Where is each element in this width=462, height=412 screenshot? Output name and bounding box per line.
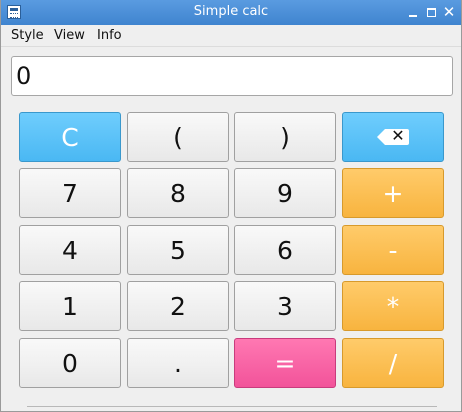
keypad: C ( ) ✕ 7 8 9 + 4 5 6 - 1 2 3 * 0 . = / — [1, 0, 461, 412]
plus-button[interactable]: + — [342, 168, 444, 218]
digit-0-button[interactable]: 0 — [19, 338, 121, 388]
calculator-window: Simple calc ✕ Style View Info 0 C ( ) ✕ … — [0, 0, 462, 412]
digit-3-button[interactable]: 3 — [234, 281, 336, 331]
digit-4-button[interactable]: 4 — [19, 225, 121, 275]
open-paren-button[interactable]: ( — [127, 112, 229, 162]
close-paren-button[interactable]: ) — [234, 112, 336, 162]
backspace-button[interactable]: ✕ — [342, 112, 444, 162]
clear-button[interactable]: C — [19, 112, 121, 162]
divide-button[interactable]: / — [342, 338, 444, 388]
multiply-button[interactable]: * — [342, 281, 444, 331]
digit-8-button[interactable]: 8 — [127, 168, 229, 218]
equals-button[interactable]: = — [234, 338, 336, 388]
digit-6-button[interactable]: 6 — [234, 225, 336, 275]
digit-2-button[interactable]: 2 — [127, 281, 229, 331]
minus-button[interactable]: - — [342, 225, 444, 275]
digit-5-button[interactable]: 5 — [127, 225, 229, 275]
status-bar — [27, 406, 437, 411]
decimal-point-button[interactable]: . — [127, 338, 229, 388]
digit-1-button[interactable]: 1 — [19, 281, 121, 331]
digit-7-button[interactable]: 7 — [19, 168, 121, 218]
backspace-icon: ✕ — [377, 126, 409, 145]
digit-9-button[interactable]: 9 — [234, 168, 336, 218]
